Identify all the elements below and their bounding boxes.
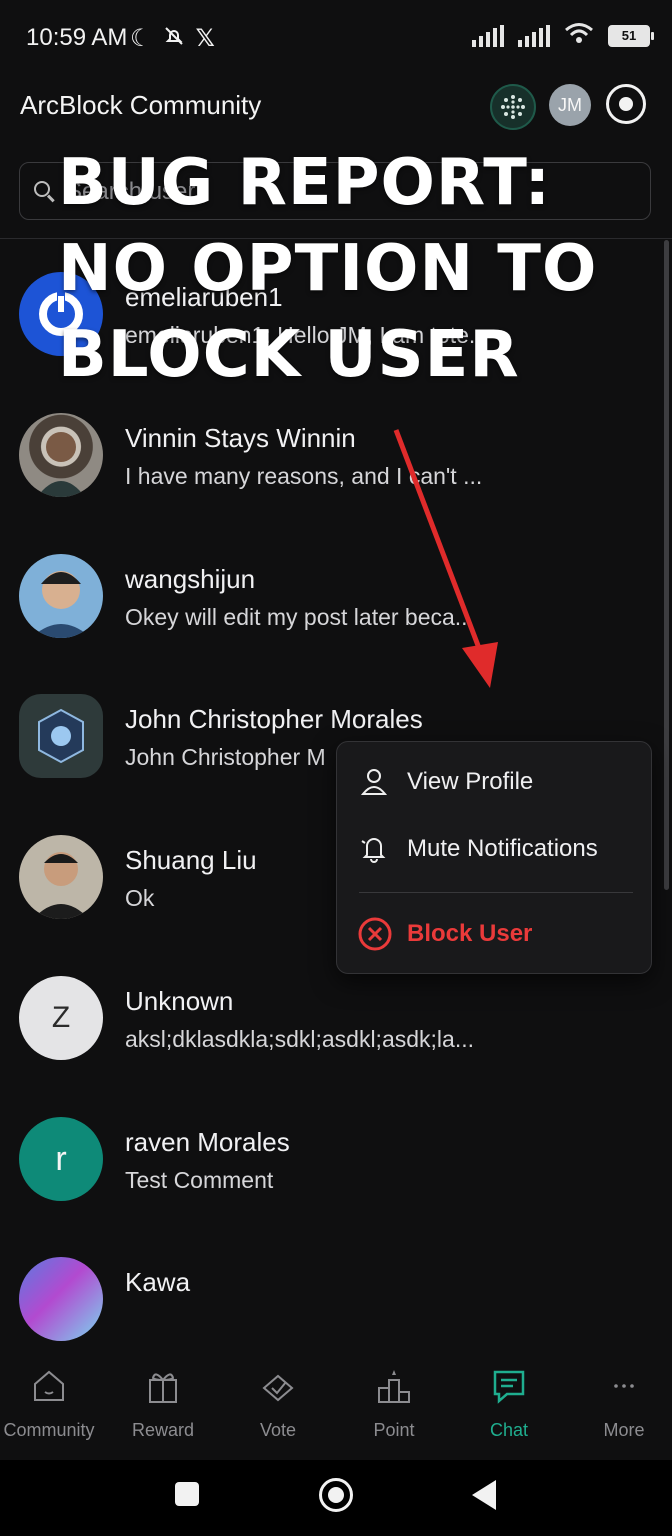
tab-vote[interactable]: Vote xyxy=(222,1350,334,1460)
view-profile-menu-item[interactable]: View Profile xyxy=(337,752,653,812)
avatar: r xyxy=(19,1117,103,1201)
context-menu: View Profile Mute Notifications Block Us… xyxy=(336,741,652,974)
bell-off-icon xyxy=(162,24,186,55)
tab-label: Community xyxy=(3,1420,95,1440)
tab-chat[interactable]: Chat xyxy=(453,1350,565,1460)
avatar xyxy=(19,835,103,919)
home-button[interactable] xyxy=(319,1478,353,1512)
chat-preview: aksl;dklasdkla;sdkl;asdkl;asdk;la... xyxy=(125,1026,474,1052)
search-input[interactable] xyxy=(64,175,628,209)
bottom-tab-bar: Community Reward Vote Point Chat More xyxy=(0,1350,672,1460)
tab-reward[interactable]: Reward xyxy=(107,1350,219,1460)
close-circle-icon xyxy=(358,917,392,951)
status-bar: 10:59 AM ☾ 𝕏 51 xyxy=(0,0,672,78)
mute-notifications-label: Mute Notifications xyxy=(407,835,598,862)
moon-icon: ☾ xyxy=(130,25,152,52)
avatar xyxy=(19,272,103,356)
chat-row[interactable]: Vinnin Stays Winnin I have many reasons,… xyxy=(0,381,672,521)
chat-icon xyxy=(493,1370,525,1404)
avatar xyxy=(19,413,103,497)
home-dot-icon xyxy=(328,1487,344,1503)
home-icon xyxy=(34,1370,64,1401)
signal-icon xyxy=(472,24,504,47)
chat-row[interactable]: Kawa xyxy=(0,1225,672,1365)
app-header: ArcBlock Community JM xyxy=(0,78,672,134)
chat-name: Shuang Liu xyxy=(125,845,257,875)
podium-icon xyxy=(378,1370,410,1403)
chat-preview: Test Comment xyxy=(125,1167,274,1193)
chat-name: John Christopher Morales xyxy=(125,704,423,734)
red-arrow-annotation xyxy=(393,429,498,688)
record-button[interactable] xyxy=(606,84,646,124)
more-dots-icon xyxy=(614,1384,634,1388)
user-avatar[interactable]: JM xyxy=(549,84,591,126)
mute-notifications-menu-item[interactable]: Mute Notifications xyxy=(337,819,653,879)
avatar xyxy=(19,694,103,778)
tab-more[interactable]: More xyxy=(568,1350,672,1460)
chat-name: wangshijun xyxy=(125,564,256,594)
grid-dots-icon xyxy=(501,95,525,119)
chat-preview: emeliaruben1: Hello JM, I am tote... xyxy=(125,322,489,348)
avatar xyxy=(19,554,103,638)
user-icon xyxy=(360,769,388,795)
chat-name: Kawa xyxy=(125,1267,191,1297)
chat-name: emeliaruben1 xyxy=(125,282,283,312)
block-user-label: Block User xyxy=(407,920,533,947)
avatar xyxy=(19,1257,103,1341)
chat-row[interactable]: emeliaruben1 emeliaruben1: Hello JM, I a… xyxy=(0,240,672,380)
chat-row[interactable]: r raven Morales Test Comment xyxy=(0,1085,672,1225)
chat-name: Unknown xyxy=(125,986,234,1016)
gift-icon xyxy=(149,1373,177,1403)
bell-icon xyxy=(361,838,386,863)
tab-community[interactable]: Community xyxy=(0,1350,105,1460)
menu-divider xyxy=(359,892,633,893)
battery-icon: 51 xyxy=(608,24,654,47)
record-icon xyxy=(619,97,633,111)
chat-name: raven Morales xyxy=(125,1127,290,1157)
wifi-icon xyxy=(564,22,594,49)
tab-point[interactable]: Point xyxy=(338,1350,450,1460)
tab-label: Reward xyxy=(131,1420,195,1440)
tab-label: Chat xyxy=(489,1420,529,1440)
search-box[interactable] xyxy=(19,162,651,220)
tab-label: Vote xyxy=(259,1420,297,1440)
divider xyxy=(0,238,672,239)
chat-name: Vinnin Stays Winnin xyxy=(125,423,356,453)
back-button[interactable] xyxy=(472,1480,496,1510)
status-time: 10:59 AM xyxy=(26,24,128,51)
view-profile-label: View Profile xyxy=(407,768,534,795)
system-nav-bar xyxy=(0,1460,672,1536)
chat-preview: Ok xyxy=(125,885,155,911)
scrollbar[interactable] xyxy=(664,240,669,890)
tab-label: Point xyxy=(373,1420,415,1440)
vote-icon xyxy=(262,1374,294,1402)
signal-icon-2 xyxy=(518,24,550,47)
recents-button[interactable] xyxy=(175,1482,199,1506)
app-title: ArcBlock Community xyxy=(20,90,262,120)
tab-label: More xyxy=(603,1420,645,1440)
x-logo-icon: 𝕏 xyxy=(195,25,215,52)
chat-preview: John Christopher M xyxy=(125,744,326,770)
avatar: Z xyxy=(19,976,103,1060)
block-user-menu-item[interactable]: Block User xyxy=(337,904,653,964)
search-icon xyxy=(34,181,50,197)
chat-row[interactable]: wangshijun Okey will edit my post later … xyxy=(0,522,672,662)
apps-button[interactable] xyxy=(490,84,536,130)
